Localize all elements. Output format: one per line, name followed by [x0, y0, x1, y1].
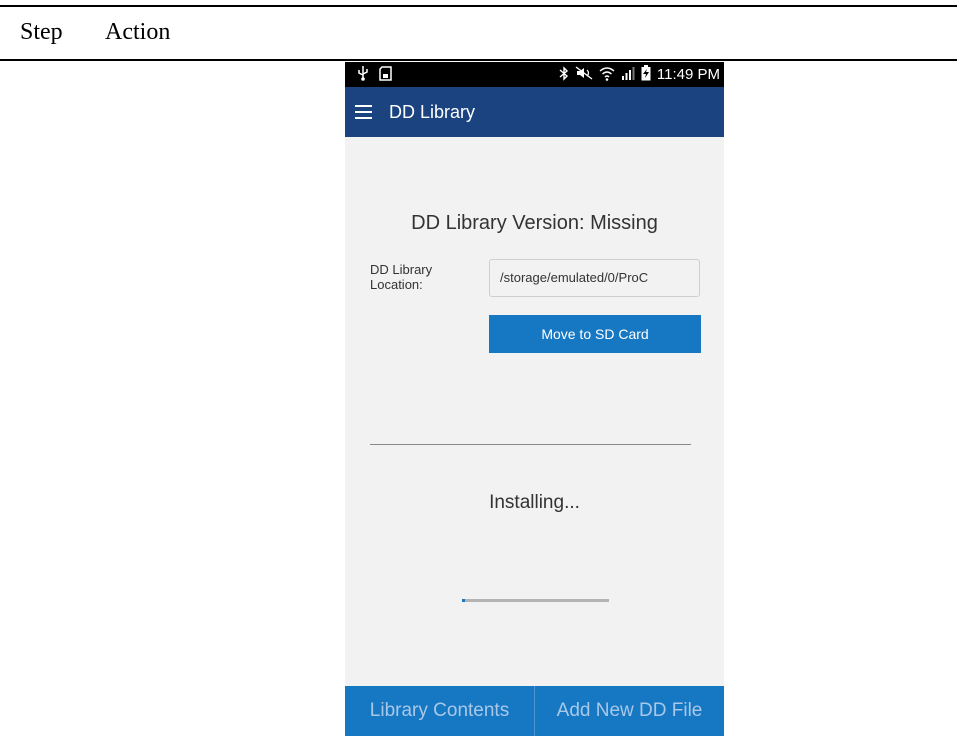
- app-bar: DD Library: [345, 87, 724, 137]
- signal-icon: [621, 66, 635, 83]
- bluetooth-icon: [559, 65, 569, 84]
- installing-status-text: Installing...: [489, 492, 580, 513]
- status-time: 11:49 PM: [656, 66, 720, 83]
- install-progress-fill: [462, 599, 465, 602]
- section-divider: [370, 444, 691, 445]
- step-column-header: Step: [20, 19, 63, 45]
- action-column-header: Action: [105, 19, 171, 45]
- sd-card-icon: [379, 65, 392, 86]
- library-location-field[interactable]: /storage/emulated/0/ProC: [489, 259, 700, 297]
- library-contents-button[interactable]: Library Contents: [345, 686, 534, 736]
- status-bar: 11:49 PM: [345, 62, 724, 87]
- bottom-action-bar: Library Contents Add New DD File: [345, 686, 724, 736]
- phone-screenshot: 11:49 PM DD Library DD Library Version: …: [345, 62, 724, 736]
- library-version-text: DD Library Version: Missing: [411, 212, 658, 234]
- add-new-dd-file-button[interactable]: Add New DD File: [535, 686, 724, 736]
- table-top-rule: [0, 5, 957, 7]
- usb-icon: [357, 65, 369, 86]
- library-location-label: DD Library Location:: [370, 262, 433, 292]
- move-to-sd-card-button[interactable]: Move to SD Card: [489, 315, 701, 353]
- wifi-icon: [599, 66, 615, 84]
- table-header-rule: [0, 59, 957, 61]
- hamburger-menu-icon[interactable]: [355, 100, 379, 124]
- install-progress-bar: [462, 599, 609, 602]
- app-bar-title: DD Library: [389, 102, 476, 122]
- mute-icon: [575, 66, 593, 83]
- battery-charging-icon: [641, 65, 651, 84]
